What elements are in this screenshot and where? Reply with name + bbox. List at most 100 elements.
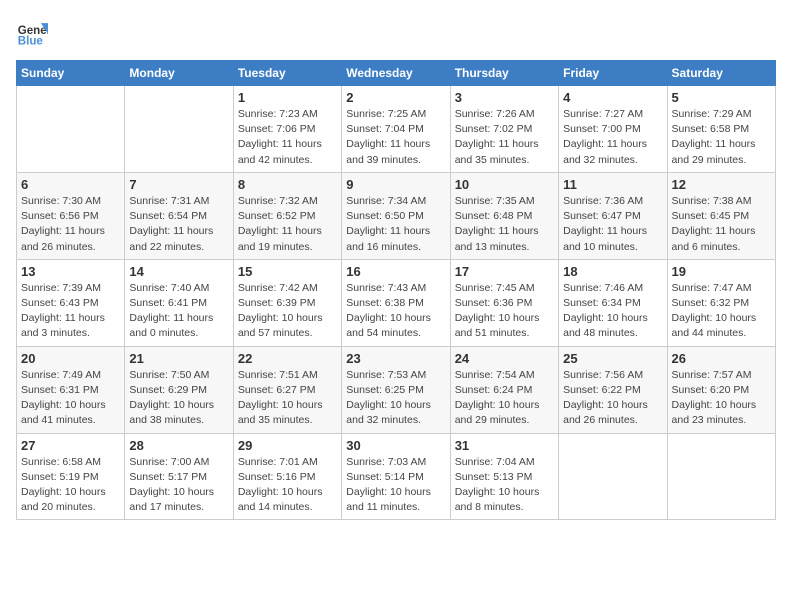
logo: General Blue: [16, 16, 48, 48]
day-info: Sunrise: 7:42 AM Sunset: 6:39 PM Dayligh…: [238, 281, 337, 342]
calendar-cell: 13 Sunrise: 7:39 AM Sunset: 6:43 PM Dayli…: [17, 259, 125, 346]
calendar-cell: 15 Sunrise: 7:42 AM Sunset: 6:39 PM Dayli…: [233, 259, 341, 346]
day-number: 14: [129, 264, 228, 279]
day-number: 28: [129, 438, 228, 453]
day-number: 12: [672, 177, 771, 192]
day-info: Sunrise: 7:36 AM Sunset: 6:47 PM Dayligh…: [563, 194, 662, 255]
column-header-saturday: Saturday: [667, 61, 775, 86]
day-number: 26: [672, 351, 771, 366]
day-info: Sunrise: 7:30 AM Sunset: 6:56 PM Dayligh…: [21, 194, 120, 255]
calendar-cell: 20Sunrise: 7:49 AM Sunset: 6:31 PM Dayli…: [17, 346, 125, 433]
day-info: Sunrise: 7:34 AM Sunset: 6:50 PM Dayligh…: [346, 194, 445, 255]
day-number: 8: [238, 177, 337, 192]
calendar-cell: 3 Sunrise: 7:26 AM Sunset: 7:02 PM Daylig…: [450, 86, 558, 173]
day-info: Sunrise: 7:45 AM Sunset: 6:36 PM Dayligh…: [455, 281, 554, 342]
day-number: 10: [455, 177, 554, 192]
day-number: 4: [563, 90, 662, 105]
day-info: Sunrise: 7:01 AM Sunset: 5:16 PM Dayligh…: [238, 455, 337, 516]
day-info: Sunrise: 7:40 AM Sunset: 6:41 PM Dayligh…: [129, 281, 228, 342]
calendar-cell: 18 Sunrise: 7:46 AM Sunset: 6:34 PM Dayli…: [559, 259, 667, 346]
day-info: Sunrise: 7:31 AM Sunset: 6:54 PM Dayligh…: [129, 194, 228, 255]
calendar-cell: 17Sunrise: 7:45 AM Sunset: 6:36 PM Dayli…: [450, 259, 558, 346]
day-number: 5: [672, 90, 771, 105]
day-info: Sunrise: 7:32 AM Sunset: 6:52 PM Dayligh…: [238, 194, 337, 255]
day-number: 15: [238, 264, 337, 279]
day-number: 6: [21, 177, 120, 192]
day-info: Sunrise: 7:03 AM Sunset: 5:14 PM Dayligh…: [346, 455, 445, 516]
calendar-week-4: 20Sunrise: 7:49 AM Sunset: 6:31 PM Dayli…: [17, 346, 776, 433]
day-info: Sunrise: 7:49 AM Sunset: 6:31 PM Dayligh…: [21, 368, 120, 429]
calendar-cell: 23Sunrise: 7:53 AM Sunset: 6:25 PM Dayli…: [342, 346, 450, 433]
calendar-cell: 9 Sunrise: 7:34 AM Sunset: 6:50 PM Daylig…: [342, 172, 450, 259]
day-info: Sunrise: 7:29 AM Sunset: 6:58 PM Dayligh…: [672, 107, 771, 168]
day-info: Sunrise: 7:43 AM Sunset: 6:38 PM Dayligh…: [346, 281, 445, 342]
column-header-tuesday: Tuesday: [233, 61, 341, 86]
calendar-cell: [17, 86, 125, 173]
calendar-cell: [125, 86, 233, 173]
logo-icon: General Blue: [16, 16, 48, 48]
calendar-cell: 19 Sunrise: 7:47 AM Sunset: 6:32 PM Dayli…: [667, 259, 775, 346]
calendar-cell: 11 Sunrise: 7:36 AM Sunset: 6:47 PM Dayli…: [559, 172, 667, 259]
column-header-monday: Monday: [125, 61, 233, 86]
calendar-cell: 29 Sunrise: 7:01 AM Sunset: 5:16 PM Dayli…: [233, 433, 341, 520]
day-info: Sunrise: 7:46 AM Sunset: 6:34 PM Dayligh…: [563, 281, 662, 342]
calendar-week-3: 13 Sunrise: 7:39 AM Sunset: 6:43 PM Dayli…: [17, 259, 776, 346]
calendar-cell: 16Sunrise: 7:43 AM Sunset: 6:38 PM Dayli…: [342, 259, 450, 346]
day-info: Sunrise: 7:25 AM Sunset: 7:04 PM Dayligh…: [346, 107, 445, 168]
day-info: Sunrise: 7:27 AM Sunset: 7:00 PM Dayligh…: [563, 107, 662, 168]
calendar-cell: 10 Sunrise: 7:35 AM Sunset: 6:48 PM Dayli…: [450, 172, 558, 259]
day-number: 31: [455, 438, 554, 453]
day-number: 19: [672, 264, 771, 279]
day-number: 27: [21, 438, 120, 453]
calendar-week-2: 6 Sunrise: 7:30 AM Sunset: 6:56 PM Daylig…: [17, 172, 776, 259]
calendar-week-1: 1Sunrise: 7:23 AM Sunset: 7:06 PM Daylig…: [17, 86, 776, 173]
column-header-friday: Friday: [559, 61, 667, 86]
day-number: 25: [563, 351, 662, 366]
day-number: 2: [346, 90, 445, 105]
day-number: 1: [238, 90, 337, 105]
day-info: Sunrise: 7:38 AM Sunset: 6:45 PM Dayligh…: [672, 194, 771, 255]
day-number: 13: [21, 264, 120, 279]
day-info: Sunrise: 7:47 AM Sunset: 6:32 PM Dayligh…: [672, 281, 771, 342]
column-header-wednesday: Wednesday: [342, 61, 450, 86]
svg-text:Blue: Blue: [18, 35, 44, 47]
calendar-cell: 31 Sunrise: 7:04 AM Sunset: 5:13 PM Dayli…: [450, 433, 558, 520]
calendar-cell: 12 Sunrise: 7:38 AM Sunset: 6:45 PM Dayli…: [667, 172, 775, 259]
calendar-cell: [667, 433, 775, 520]
calendar-cell: 2 Sunrise: 7:25 AM Sunset: 7:04 PM Daylig…: [342, 86, 450, 173]
day-info: Sunrise: 7:04 AM Sunset: 5:13 PM Dayligh…: [455, 455, 554, 516]
day-info: Sunrise: 7:54 AM Sunset: 6:24 PM Dayligh…: [455, 368, 554, 429]
calendar-cell: 5 Sunrise: 7:29 AM Sunset: 6:58 PM Daylig…: [667, 86, 775, 173]
calendar-cell: [559, 433, 667, 520]
day-info: Sunrise: 7:35 AM Sunset: 6:48 PM Dayligh…: [455, 194, 554, 255]
day-number: 22: [238, 351, 337, 366]
calendar-week-5: 27 Sunrise: 6:58 AM Sunset: 5:19 PM Dayli…: [17, 433, 776, 520]
calendar-cell: 14 Sunrise: 7:40 AM Sunset: 6:41 PM Dayli…: [125, 259, 233, 346]
day-info: Sunrise: 7:51 AM Sunset: 6:27 PM Dayligh…: [238, 368, 337, 429]
day-number: 11: [563, 177, 662, 192]
calendar-cell: 1Sunrise: 7:23 AM Sunset: 7:06 PM Daylig…: [233, 86, 341, 173]
day-number: 9: [346, 177, 445, 192]
calendar-cell: 24Sunrise: 7:54 AM Sunset: 6:24 PM Dayli…: [450, 346, 558, 433]
day-number: 3: [455, 90, 554, 105]
day-info: Sunrise: 7:56 AM Sunset: 6:22 PM Dayligh…: [563, 368, 662, 429]
column-header-sunday: Sunday: [17, 61, 125, 86]
calendar-cell: 26Sunrise: 7:57 AM Sunset: 6:20 PM Dayli…: [667, 346, 775, 433]
calendar-cell: 4 Sunrise: 7:27 AM Sunset: 7:00 PM Daylig…: [559, 86, 667, 173]
calendar-cell: 25 Sunrise: 7:56 AM Sunset: 6:22 PM Dayli…: [559, 346, 667, 433]
calendar-table: SundayMondayTuesdayWednesdayThursdayFrid…: [16, 60, 776, 520]
column-header-thursday: Thursday: [450, 61, 558, 86]
calendar-cell: 22 Sunrise: 7:51 AM Sunset: 6:27 PM Dayli…: [233, 346, 341, 433]
calendar-cell: 27 Sunrise: 6:58 AM Sunset: 5:19 PM Dayli…: [17, 433, 125, 520]
calendar-cell: 28Sunrise: 7:00 AM Sunset: 5:17 PM Dayli…: [125, 433, 233, 520]
day-number: 18: [563, 264, 662, 279]
day-number: 23: [346, 351, 445, 366]
day-number: 29: [238, 438, 337, 453]
page-header: General Blue: [16, 16, 776, 48]
day-number: 30: [346, 438, 445, 453]
calendar-cell: 7Sunrise: 7:31 AM Sunset: 6:54 PM Daylig…: [125, 172, 233, 259]
day-info: Sunrise: 7:26 AM Sunset: 7:02 PM Dayligh…: [455, 107, 554, 168]
day-info: Sunrise: 7:39 AM Sunset: 6:43 PM Dayligh…: [21, 281, 120, 342]
calendar-cell: 6 Sunrise: 7:30 AM Sunset: 6:56 PM Daylig…: [17, 172, 125, 259]
day-info: Sunrise: 6:58 AM Sunset: 5:19 PM Dayligh…: [21, 455, 120, 516]
